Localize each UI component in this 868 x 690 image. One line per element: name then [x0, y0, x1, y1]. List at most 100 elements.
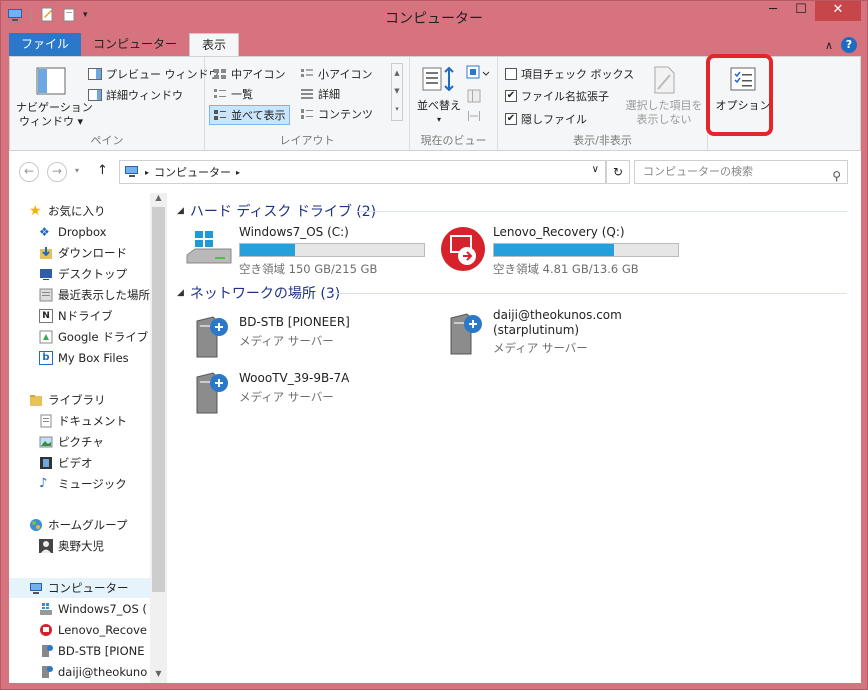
- help-icon[interactable]: ?: [841, 37, 857, 53]
- network-item-bd-stb[interactable]: BD-STB [PIONEER] メディア サーバー: [191, 315, 451, 365]
- sort-label: 並べ替え: [417, 99, 461, 112]
- hide-selected-button[interactable]: 選択した項目を 表示しない: [623, 65, 705, 127]
- layout-details[interactable]: 詳細: [300, 86, 340, 102]
- layout-small-icons[interactable]: 小アイコン: [300, 66, 372, 82]
- hdd-section-header[interactable]: ◢ ハード ディスク ドライブ (2): [177, 201, 376, 221]
- nav-item-label: daiji@theokuno: [58, 665, 148, 679]
- network-item-woootv[interactable]: WoooTV_39-9B-7A メディア サーバー: [191, 371, 451, 421]
- ribbon-minimize-icon[interactable]: ∧: [825, 39, 833, 52]
- nav-desktop[interactable]: デスクトップ: [39, 264, 127, 284]
- recent-locations-icon[interactable]: ▾: [75, 166, 79, 175]
- drive-name: Lenovo_Recovery (Q:): [493, 225, 625, 239]
- add-columns-icon[interactable]: [466, 88, 482, 104]
- ribbon-tabs: ファイル コンピューター 表示: [9, 33, 240, 56]
- preview-pane-button[interactable]: プレビュー ウィンドウ: [88, 66, 220, 82]
- address-dropdown-icon[interactable]: ∨: [592, 164, 599, 175]
- breadcrumb-separator-icon[interactable]: ▸: [145, 168, 149, 177]
- layout-medium-icons[interactable]: 中アイコン: [213, 66, 285, 82]
- dropbox-icon: ❖: [39, 225, 50, 239]
- file-extension-label: ファイル名拡張子: [521, 90, 609, 103]
- layout-list[interactable]: 一覧: [213, 86, 253, 102]
- nav-homegroup[interactable]: ホームグループ: [29, 515, 127, 535]
- details-icon: [301, 89, 313, 99]
- forward-button[interactable]: →: [47, 162, 67, 182]
- nav-item-label: ダウンロード: [58, 246, 127, 260]
- nav-my-box-files[interactable]: b My Box Files: [39, 348, 129, 368]
- layout-scroll[interactable]: ▲ ▼ ▾: [391, 63, 403, 121]
- small-icons-label: 小アイコン: [318, 68, 373, 81]
- hidden-files-toggle[interactable]: ✔ 隠しファイル: [505, 111, 587, 127]
- nav-dropbox[interactable]: ❖ Dropbox: [39, 222, 106, 242]
- address-bar[interactable]: ▸ コンピューター ▸ ∨: [119, 160, 606, 184]
- nav-item-label: ミュージック: [58, 477, 127, 491]
- network-item-type: メディア サーバー: [493, 341, 588, 355]
- nav-favorites[interactable]: ★ お気に入り: [29, 201, 106, 221]
- medium-icons-icon: [214, 69, 226, 79]
- scroll-up-icon[interactable]: ▲: [150, 193, 167, 207]
- nav-pictures[interactable]: ピクチャ: [39, 432, 104, 452]
- window-title: コンピューター: [385, 11, 483, 27]
- drive-c[interactable]: Windows7_OS (C:) 空き領域 150 GB/215 GB: [185, 225, 445, 280]
- file-extension-checkbox[interactable]: ✔: [505, 90, 517, 102]
- maximize-button[interactable]: ☐: [787, 1, 815, 21]
- search-icon[interactable]: ⚲: [832, 165, 841, 187]
- details-pane-icon: [88, 89, 102, 101]
- nav-downloads[interactable]: ダウンロード: [39, 243, 127, 263]
- nav-videos[interactable]: ビデオ: [39, 453, 93, 473]
- nav-scrollbar[interactable]: ▲ ▼: [150, 193, 167, 683]
- nav-scroll-thumb[interactable]: [152, 207, 165, 592]
- nav-bd-stb[interactable]: BD-STB [PIONE: [39, 641, 145, 661]
- drive-usage-fill: [240, 244, 296, 256]
- network-item-daiji[interactable]: daiji@theokunos.com (starplutinum) メディア …: [445, 308, 705, 358]
- network-section-header[interactable]: ◢ ネットワークの場所 (3): [177, 283, 340, 303]
- recent-places-icon: [39, 288, 53, 302]
- close-button[interactable]: ✕: [815, 1, 861, 21]
- tab-view[interactable]: 表示: [189, 33, 240, 56]
- scroll-down-icon[interactable]: ▼: [150, 669, 167, 683]
- hidden-files-checkbox[interactable]: ✔: [505, 113, 517, 125]
- collapse-icon[interactable]: ◢: [177, 206, 184, 216]
- tab-file[interactable]: ファイル: [9, 33, 82, 56]
- group-layout-label: レイアウト: [279, 134, 335, 147]
- up-button[interactable]: ↑: [97, 163, 108, 178]
- network-item-type: メディア サーバー: [239, 334, 334, 348]
- file-extension-toggle[interactable]: ✔ ファイル名拡張子: [505, 88, 609, 104]
- breadcrumb-separator-icon[interactable]: ▸: [236, 168, 240, 177]
- nav-computer[interactable]: コンピューター: [9, 578, 150, 598]
- nav-user[interactable]: 奥野大児: [39, 536, 104, 556]
- item-checkbox-box[interactable]: [505, 68, 517, 80]
- network-item-name: BD-STB [PIONEER]: [239, 315, 350, 329]
- item-checkbox-toggle[interactable]: 項目チェック ボックス: [505, 66, 634, 82]
- content-label: コンテンツ: [318, 108, 373, 121]
- navigation-pane-button[interactable]: ナビゲーション ウィンドウ ▾: [16, 65, 93, 129]
- nav-drive-c[interactable]: Windows7_OS (: [39, 599, 147, 619]
- nav-google-drive[interactable]: Google ドライブ: [39, 327, 148, 347]
- collapse-icon[interactable]: ◢: [177, 288, 184, 298]
- layout-content[interactable]: コンテンツ: [300, 106, 373, 122]
- nav-daiji[interactable]: daiji@theokuno: [39, 662, 147, 682]
- options-highlight: [706, 54, 773, 136]
- layout-tiles[interactable]: 並べて表示: [209, 105, 290, 125]
- file-list: ◢ ハード ディスク ドライブ (2) Windows7_OS (C:) 空き領…: [167, 193, 861, 683]
- minimize-button[interactable]: ─: [759, 1, 787, 21]
- size-columns-icon[interactable]: [466, 109, 482, 123]
- tab-computer[interactable]: コンピューター: [81, 33, 189, 56]
- media-server-icon: [450, 313, 482, 355]
- nav-item-label: ピクチャ: [58, 435, 104, 449]
- search-input[interactable]: コンピューターの検索 ⚲: [634, 160, 848, 184]
- group-by-icon[interactable]: [466, 65, 490, 81]
- breadcrumb-computer[interactable]: コンピューター: [154, 164, 231, 180]
- windows-drive-icon: [40, 603, 52, 615]
- drive-q[interactable]: Lenovo_Recovery (Q:) 空き領域 4.81 GB/13.6 G…: [439, 225, 699, 280]
- nav-music[interactable]: ♪ ミュージック: [39, 474, 127, 494]
- details-pane-button[interactable]: 詳細ウィンドウ: [88, 87, 183, 103]
- refresh-button[interactable]: ↻: [606, 160, 630, 184]
- sort-button[interactable]: 並べ替え ▾: [414, 65, 464, 127]
- nav-documents[interactable]: ドキュメント: [39, 411, 127, 431]
- nav-recent-places[interactable]: 最近表示した場所: [39, 285, 150, 305]
- nav-libraries[interactable]: ライブラリ: [29, 390, 106, 410]
- back-button[interactable]: ←: [19, 162, 39, 182]
- nav-drive-q[interactable]: Lenovo_Recove: [39, 620, 147, 640]
- nav-n-drive[interactable]: N Nドライブ: [39, 306, 113, 326]
- media-server-icon: [42, 645, 53, 657]
